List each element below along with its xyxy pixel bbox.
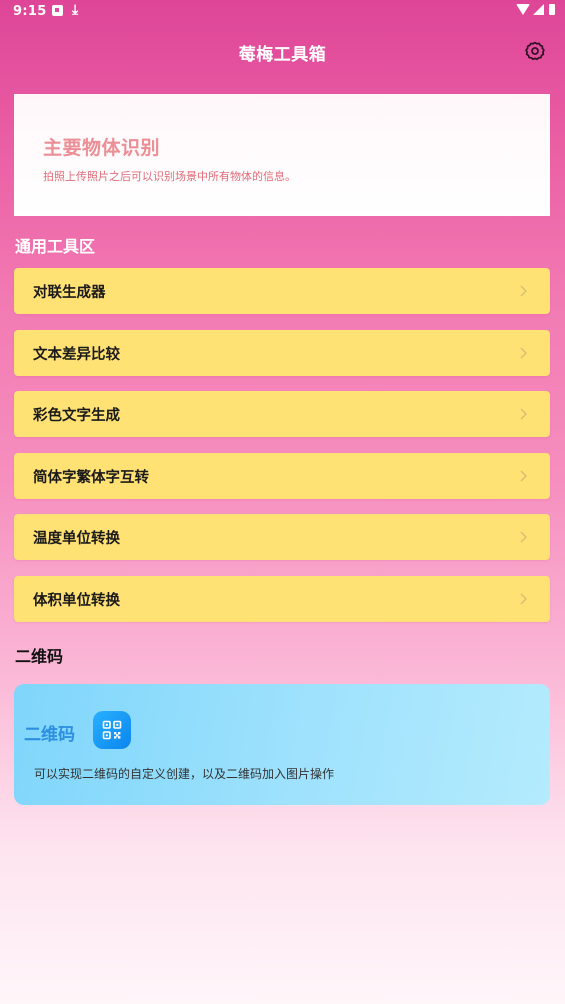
qr-card-title: 二维码	[24, 725, 75, 745]
signal-icon	[533, 4, 544, 15]
qr-code-card[interactable]: 二维码 可以实现二维码的自定义创建，以及二维码加入图片操作	[14, 684, 550, 805]
tool-item-volume-conversion[interactable]: 体积单位转换	[14, 576, 550, 622]
app-title: 莓梅工具箱	[238, 45, 327, 65]
tool-item-temperature-conversion[interactable]: 温度单位转换	[14, 514, 550, 560]
chevron-right-icon	[520, 593, 527, 605]
tool-item-couplet-generator[interactable]: 对联生成器	[14, 268, 550, 314]
status-time: 9:15	[13, 4, 47, 19]
qr-section-title: 二维码	[15, 647, 64, 666]
tool-item-label: 彩色文字生成	[33, 407, 120, 424]
feature-description: 拍照上传照片之后可以识别场景中所有物体的信息。	[43, 170, 296, 183]
tool-item-simplified-traditional[interactable]: 简体字繁体字互转	[14, 453, 550, 499]
tool-item-color-text[interactable]: 彩色文字生成	[14, 391, 550, 437]
chevron-right-icon	[520, 285, 527, 297]
tool-item-label: 简体字繁体字互转	[33, 469, 149, 486]
notification-icon	[52, 5, 63, 16]
tool-item-label: 温度单位转换	[33, 530, 120, 547]
chevron-right-icon	[520, 470, 527, 482]
status-icons	[516, 4, 555, 15]
chevron-right-icon	[520, 531, 527, 543]
gear-icon	[525, 41, 545, 61]
tool-item-label: 对联生成器	[33, 284, 106, 301]
chevron-right-icon	[520, 408, 527, 420]
status-bar: 9:15 ⤓	[0, 0, 565, 24]
qr-code-icon	[93, 711, 131, 749]
app-header: 莓梅工具箱	[0, 24, 565, 78]
qr-card-description: 可以实现二维码的自定义创建，以及二维码加入图片操作	[34, 767, 335, 781]
tool-item-label: 体积单位转换	[33, 592, 120, 609]
general-tools-section-title: 通用工具区	[15, 237, 96, 256]
chevron-right-icon	[520, 347, 527, 359]
tool-item-label: 文本差异比较	[33, 346, 120, 363]
wifi-icon	[516, 4, 530, 15]
download-icon: ⤓	[72, 2, 79, 18]
settings-button[interactable]	[524, 40, 546, 62]
battery-icon	[549, 4, 555, 15]
feature-title: 主要物体识别	[43, 137, 161, 159]
tool-item-text-diff[interactable]: 文本差异比较	[14, 330, 550, 376]
object-recognition-card[interactable]: 主要物体识别 拍照上传照片之后可以识别场景中所有物体的信息。	[14, 94, 550, 216]
